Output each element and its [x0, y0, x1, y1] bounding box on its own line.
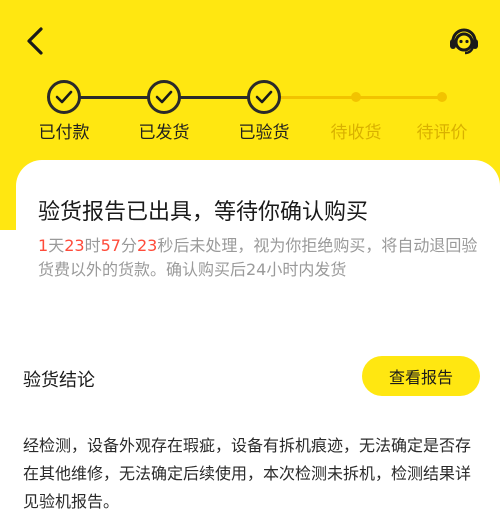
- countdown-minutes-unit: 分: [120, 236, 137, 255]
- customer-service-button[interactable]: [446, 22, 482, 58]
- order-progress-steps: 已付款 已发货 已验货 待收货 待评价: [0, 78, 500, 148]
- step-5-dot: [437, 92, 447, 102]
- countdown-days: 1: [38, 236, 49, 255]
- step-3-check: [247, 80, 281, 114]
- step-4-dot: [351, 92, 361, 102]
- countdown-notice: 1天23时57分23秒后未处理，视为你拒绝购买，将自动退回验货费以外的货款。确认…: [38, 234, 478, 282]
- chevron-left-icon: [27, 27, 43, 55]
- countdown-minutes: 57: [100, 236, 121, 255]
- checkmark-icon: [155, 90, 173, 104]
- step-label-shipped: 已发货: [138, 123, 190, 143]
- countdown-seconds: 23: [136, 236, 158, 255]
- countdown-hours-unit: 时: [84, 236, 101, 255]
- step-label-paid: 已付款: [38, 123, 90, 143]
- inspection-card: 验货报告已出具，等待你确认购买 1天23时57分23秒后未处理，视为你拒绝购买，…: [16, 160, 500, 515]
- checkmark-icon: [255, 90, 273, 104]
- inspection-conclusion-text: 经检测，设备外观存在瑕疵，设备有拆机痕迹，无法确定是否存在其他维修，无法确定后续…: [23, 436, 472, 511]
- inspection-conclusion-label: 验货结论: [23, 370, 95, 391]
- countdown-seconds-unit: 秒: [157, 236, 174, 255]
- step-label-to-review: 待评价: [416, 123, 468, 143]
- back-button[interactable]: [18, 24, 52, 58]
- countdown-days-unit: 天: [48, 236, 65, 255]
- checkmark-icon: [55, 90, 73, 104]
- step-label-to-receive: 待收货: [330, 123, 382, 143]
- step-2-check: [147, 80, 181, 114]
- view-report-button[interactable]: 查看报告: [362, 356, 480, 396]
- step-label-inspected: 已验货: [238, 123, 290, 143]
- page-title: 验货报告已出具，等待你确认购买: [38, 200, 369, 225]
- countdown-hours: 23: [64, 236, 85, 255]
- customer-service-icon: [450, 28, 478, 55]
- step-1-check: [47, 80, 81, 114]
